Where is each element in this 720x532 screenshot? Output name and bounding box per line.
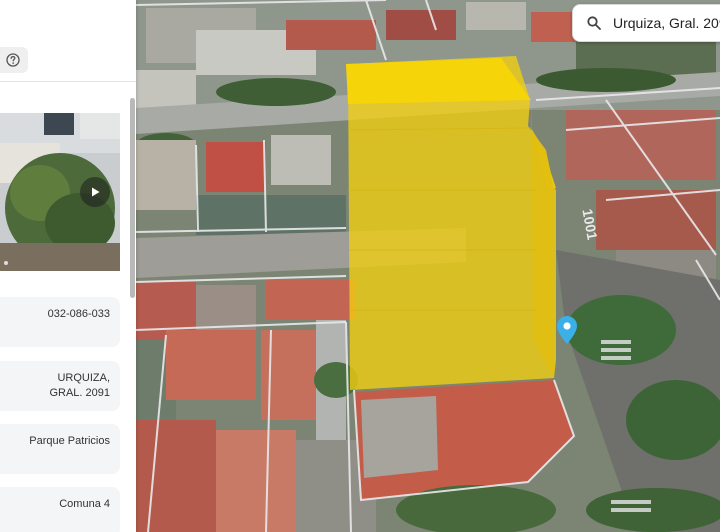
info-card-neighborhood: Parque Patricios [0,424,120,474]
map-3d-view[interactable]: 1001 [136,0,720,532]
parcel-id-value: 032-086-033 [47,308,110,320]
address-search-box[interactable]: Urquiza, Gral. 2091 [572,4,720,42]
help-button[interactable] [0,47,28,73]
parcel-info-panel: 032-086-033 URQUIZA, GRAL. 2091 Parque P… [0,0,136,532]
info-card-address: URQUIZA, GRAL. 2091 [0,361,120,411]
search-icon [587,16,601,30]
info-card-commune: Comuna 4 [0,487,120,532]
play-icon [92,187,100,197]
panel-scrollbar[interactable] [130,84,135,532]
location-pin-icon[interactable] [557,316,577,344]
panel-header [0,0,136,82]
aerial-imagery: 1001 [136,0,720,532]
info-card-parcel-id: 032-086-033 [0,297,120,347]
viewer-root: 1001 Urquiza, Gral. 20 032-086-033 URQUI… [0,0,720,532]
building-volume[interactable] [346,56,556,390]
search-query: Urquiza, Gral. 2091 [613,15,720,31]
commune-value: Comuna 4 [59,498,110,510]
neighborhood-value: Parque Patricios [29,435,110,447]
scrollbar-thumb[interactable] [130,98,135,298]
question-circle-icon [6,53,20,67]
address-value: URQUIZA, GRAL. 2091 [49,372,110,399]
play-video-button[interactable] [80,177,110,207]
